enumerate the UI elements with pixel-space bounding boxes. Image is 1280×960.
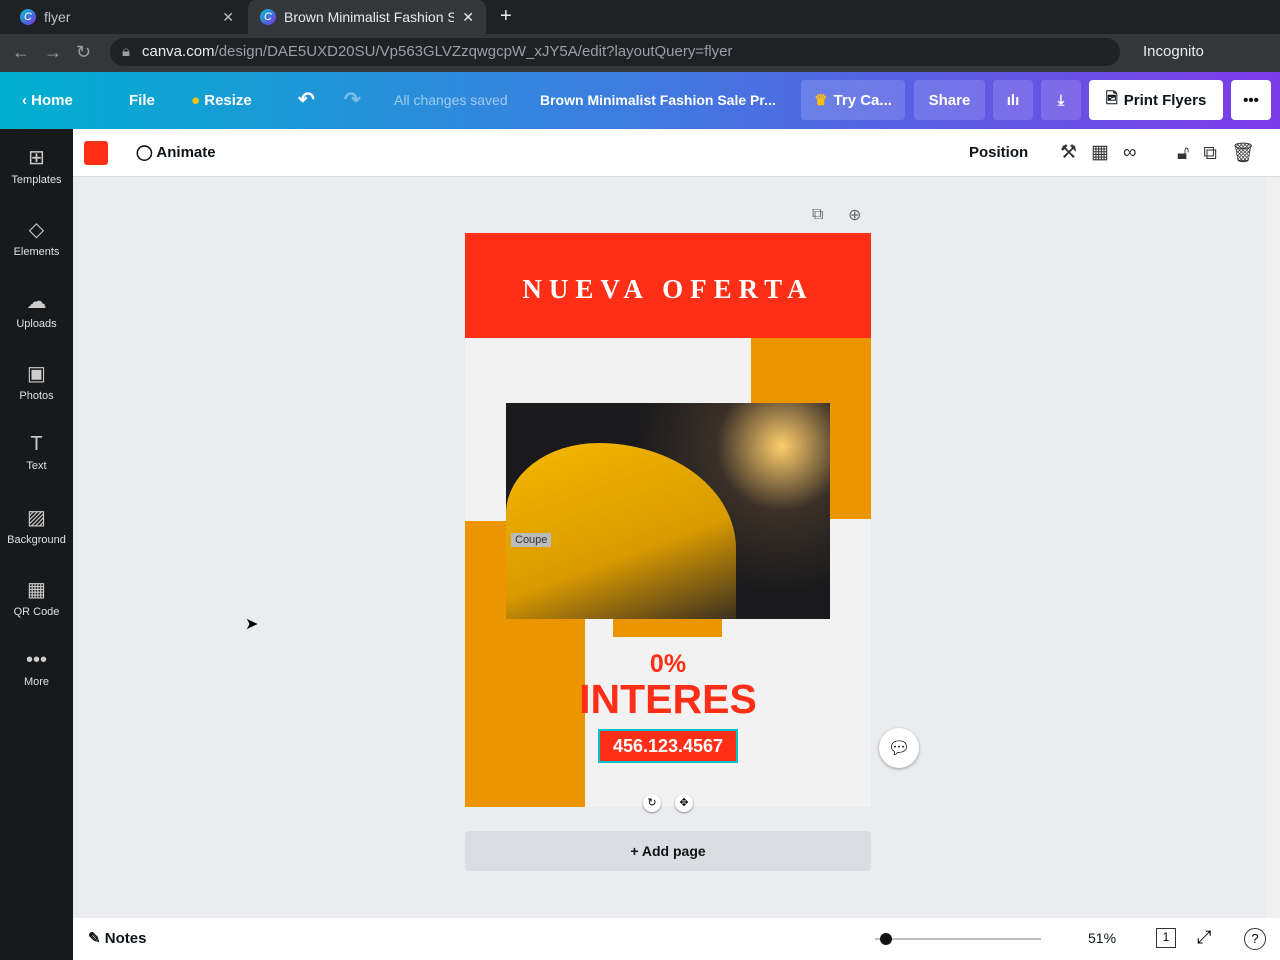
notes-button[interactable]: ✎ Notes [88,929,146,947]
sidebar-item-templates[interactable]: ⊞ Templates [0,145,73,186]
zoom-slider-thumb[interactable] [880,933,892,945]
download-icon[interactable]: ⤓ [1041,80,1081,120]
photos-icon: ▣ [27,363,46,385]
more-icon: ••• [25,649,47,671]
close-icon[interactable]: ✕ [462,9,474,26]
zoom-level[interactable]: 51% [1088,930,1116,946]
text-icon: T [30,433,43,455]
notes-label: Notes [104,930,147,947]
car-shape [506,443,736,619]
url-field[interactable]: 🔒︎ canva.com/design/DAE5UXD20SU/Vp563GLVZ… [110,38,1120,66]
sidebar-item-label: Photos [19,390,54,402]
link-icon[interactable]: ∞ [1123,142,1151,163]
sidebar-item-label: Text [26,460,47,472]
sidebar-item-label: Elements [13,246,60,258]
sidebar-item-more[interactable]: ••• More [0,649,73,688]
trash-icon[interactable]: 🗑︎ [1231,143,1269,164]
print-flyers-button[interactable]: 🖻︎ Print Flyers [1089,80,1223,120]
color-swatch[interactable] [84,141,108,165]
sidebar-item-uploads[interactable]: ☁ Uploads [0,289,73,330]
new-tab-button[interactable]: + [500,5,512,28]
move-handle[interactable]: ✥ [675,794,693,812]
page-count[interactable]: 1 [1156,928,1176,948]
uploads-icon: ☁ [26,291,47,313]
duplicate-page-icon[interactable]: ⧉ [812,206,823,224]
background-icon: ▨ [27,507,46,529]
close-icon[interactable]: ✕ [222,9,234,26]
nav-buttons[interactable]: ←→↻ [12,42,105,63]
browser-tab-flyer[interactable]: Cflyer ✕ [8,0,246,34]
undo-button[interactable]: ↶ [298,72,315,129]
more-options-button[interactable]: ••• [1231,80,1271,120]
tab-title: flyer [44,9,71,25]
sidebar-item-label: Templates [11,174,62,186]
sidebar-item-photos[interactable]: ▣ Photos [0,361,73,402]
browser-tab-active[interactable]: C Brown Minimalist Fashion S ✕ [248,0,486,34]
toolbar-icons[interactable]: ⚒▦∞ [1060,141,1151,164]
tab-title: Brown Minimalist Fashion S [284,9,454,25]
vertical-scrollbar[interactable] [1266,177,1280,918]
url-domain: canva.com [142,43,215,60]
url-path: /design/DAE5UXD20SU/Vp563GLVZzqwgcpW_xJY… [214,43,733,60]
crown-icon: ♛ [814,92,828,109]
templates-icon: ⊞ [28,147,45,169]
sidebar-item-label: Background [7,534,66,546]
canva-icon: C [20,9,36,25]
phone-text-selected[interactable]: 456.123.4567 [598,729,738,763]
insights-icon[interactable]: ılı [993,80,1033,120]
sidebar-item-label: Uploads [16,318,57,330]
share-button[interactable]: Share [914,80,985,120]
crown-icon: ● [191,92,201,109]
file-menu[interactable]: File [129,72,155,129]
print-label: Print Flyers [1123,91,1207,109]
try-pro-button[interactable]: ♛ Try Ca... [801,80,905,120]
paint-roller-icon[interactable]: ⚒ [1060,142,1091,163]
home-label: Home [31,92,73,109]
sidebar-item-label: More [23,676,50,688]
percent-text[interactable]: 0% [465,650,871,679]
heading-text[interactable]: NUEVA OFERTA [465,233,871,338]
rotate-handle[interactable]: ↻ [643,794,661,812]
elements-icon: ◇ [28,219,45,241]
print-icon: 🖻︎ [1105,89,1118,107]
transparency-icon[interactable]: ▦ [1091,142,1123,163]
fullscreen-icon[interactable]: ⤢ [1197,927,1211,948]
sidebar-item-label: QR Code [13,606,60,618]
sidebar-item-text[interactable]: T Text [0,433,73,472]
try-label: Try Ca... [833,91,892,109]
animate-label: Animate [156,144,216,161]
redo-button[interactable]: ↷ [344,72,361,129]
lock-icon: 🔒︎ [122,43,130,60]
sidebar-item-background[interactable]: ▨ Background [0,505,73,546]
design-page[interactable]: NUEVA OFERTA Coupe 0% INTERES 456.123.45… [465,233,871,807]
add-comment-button[interactable]: 💬︎ [879,728,919,768]
toolbar-icons-2[interactable]: 🔓︎⧉🗑︎ [1177,141,1269,165]
add-page-button[interactable]: + Add page [465,831,871,871]
interest-text[interactable]: INTERES [465,676,871,723]
license-plate: Coupe [511,533,552,547]
design-title[interactable]: Brown Minimalist Fashion Sale Pr... [540,72,776,129]
position-button[interactable]: Position [969,144,1028,161]
sidebar-item-elements[interactable]: ◇ Elements [0,217,73,258]
car-photo[interactable]: Coupe [506,403,830,619]
home-button[interactable]: ‹ Home [22,72,73,129]
duplicate-icon[interactable]: ⧉ [1203,143,1231,164]
help-icon[interactable]: ? [1244,928,1266,950]
lock-icon[interactable]: 🔓︎ [1177,143,1203,164]
animate-button[interactable]: ◯ Animate [136,143,216,161]
save-status: All changes saved [394,92,508,108]
resize-button[interactable]: ● Resize [191,72,252,129]
sidebar-item-qr-code[interactable]: ▦ QR Code [0,577,73,618]
qr-code-icon: ▦ [27,579,46,601]
resize-label: Resize [204,92,252,109]
zoom-slider[interactable] [875,938,1041,940]
mouse-cursor: ➤ [245,616,259,633]
incognito-badge[interactable]: Incognito [1133,40,1214,64]
canva-icon: C [260,9,276,25]
add-page-icon[interactable]: ⊕ [848,205,861,225]
